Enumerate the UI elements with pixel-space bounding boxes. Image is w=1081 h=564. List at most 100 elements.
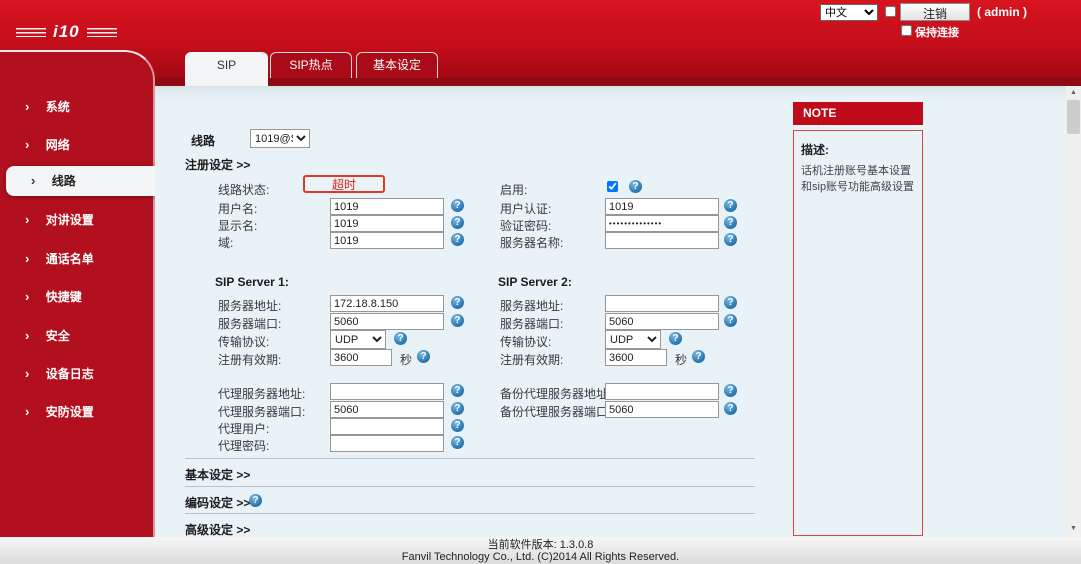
help-icon[interactable]: ?	[394, 332, 407, 345]
display-name-label: 显示名:	[218, 219, 258, 233]
scroll-up-button[interactable]: ▲	[1066, 86, 1081, 99]
help-icon[interactable]: ?	[724, 296, 737, 309]
logout-button[interactable]: 注销	[900, 3, 970, 21]
enable-label: 启用:	[500, 183, 528, 197]
auth-password-label: 验证密码:	[500, 219, 552, 233]
sidebar-item-system[interactable]: › 系统	[0, 95, 155, 119]
help-icon[interactable]: ?	[249, 494, 262, 507]
help-icon[interactable]: ?	[451, 216, 464, 229]
server2-addr-label: 服务器地址:	[500, 299, 564, 313]
advanced-section-title[interactable]: 高级设定 >>	[185, 521, 250, 538]
sidebar-item-call-list[interactable]: › 通话名单	[0, 247, 155, 271]
help-icon[interactable]: ?	[451, 419, 464, 432]
help-icon[interactable]: ?	[724, 402, 737, 415]
sidebar-item-network[interactable]: › 网络	[0, 133, 155, 157]
sidebar-item-security[interactable]: › 安全	[0, 324, 155, 348]
chevron-right-icon: ›	[25, 289, 30, 304]
chevron-right-icon: ›	[25, 366, 30, 381]
sidebar-item-device-log[interactable]: › 设备日志	[0, 362, 155, 386]
server1-expire-unit: 秒	[400, 353, 413, 367]
auth-password-input[interactable]	[605, 215, 719, 232]
proxy-port-input[interactable]	[330, 401, 444, 418]
proxy-user-input[interactable]	[330, 418, 444, 435]
proxy-password-label: 代理密码:	[218, 439, 270, 453]
realm-label: 域:	[218, 236, 234, 250]
scrollbar[interactable]: ▲ ▼	[1066, 86, 1081, 537]
help-icon[interactable]: ?	[669, 332, 682, 345]
server2-port-label: 服务器端口:	[500, 317, 564, 331]
server1-addr-label: 服务器地址:	[218, 299, 282, 313]
backup-proxy-addr-input[interactable]	[605, 383, 719, 400]
help-icon[interactable]: ?	[629, 180, 642, 193]
chevron-right-icon: ›	[25, 251, 30, 266]
server2-transport-select[interactable]: UDP	[605, 330, 661, 349]
server1-expire-label: 注册有效期:	[218, 353, 282, 367]
realm-input[interactable]	[330, 232, 444, 249]
sidebar-item-line[interactable]: › 线路	[6, 166, 164, 196]
chevron-right-icon: ›	[31, 173, 36, 188]
note-panel: 描述: 话机注册账号基本设置和sip账号功能高级设置	[793, 130, 923, 536]
sip-server1-title: SIP Server 1:	[215, 275, 289, 289]
help-icon[interactable]: ?	[692, 350, 705, 363]
line-select[interactable]: 1019@SIP1	[250, 129, 310, 148]
server1-addr-input[interactable]	[330, 295, 444, 312]
server2-addr-input[interactable]	[605, 295, 719, 312]
tab-basic-settings[interactable]: 基本设定	[356, 52, 438, 78]
sidebar-item-label: 安防设置	[45, 405, 94, 419]
logo: i10	[16, 22, 117, 42]
scroll-down-button[interactable]: ▼	[1066, 522, 1081, 535]
sip-server2-title: SIP Server 2:	[498, 275, 572, 289]
server1-port-input[interactable]	[330, 313, 444, 330]
help-icon[interactable]: ?	[451, 233, 464, 246]
codec-section-title[interactable]: 编码设定 >>	[185, 494, 250, 511]
proxy-password-input[interactable]	[330, 435, 444, 452]
language-select[interactable]: 中文	[820, 4, 878, 21]
server2-expire-input[interactable]	[605, 349, 667, 366]
footer-copyright: Fanvil Technology Co., Ltd. (C)2014 All …	[401, 551, 680, 563]
server-name-input[interactable]	[605, 232, 719, 249]
help-icon[interactable]: ?	[451, 436, 464, 449]
basic-section-title[interactable]: 基本设定 >>	[185, 466, 250, 483]
sidebar-item-label: 对讲设置	[45, 213, 94, 227]
backup-proxy-port-input[interactable]	[605, 401, 719, 418]
server2-port-input[interactable]	[605, 313, 719, 330]
divider	[185, 513, 755, 514]
help-icon[interactable]: ?	[724, 314, 737, 327]
page: i10 中文 注销 ( admin ) 保持连接 › 系统 › 网络 › 线路 …	[0, 0, 1081, 564]
sidebar-item-function-key[interactable]: › 快捷键	[0, 285, 155, 309]
server1-expire-input[interactable]	[330, 349, 392, 366]
sidebar-item-security-settings[interactable]: › 安防设置	[0, 400, 155, 424]
help-icon[interactable]: ?	[451, 296, 464, 309]
sidebar-item-intercom-settings[interactable]: › 对讲设置	[0, 208, 155, 232]
tab-sip-hotspot[interactable]: SIP热点	[270, 52, 352, 78]
help-icon[interactable]: ?	[724, 216, 737, 229]
keep-alive-checkbox[interactable]	[901, 25, 912, 36]
note-desc-label: 描述:	[801, 143, 829, 157]
auth-user-input[interactable]	[605, 198, 719, 215]
server1-transport-select[interactable]: UDP	[330, 330, 386, 349]
help-icon[interactable]: ?	[724, 384, 737, 397]
display-name-input[interactable]	[330, 215, 444, 232]
proxy-addr-input[interactable]	[330, 383, 444, 400]
help-icon[interactable]: ?	[724, 233, 737, 246]
help-icon[interactable]: ?	[451, 384, 464, 397]
server2-expire-unit: 秒	[675, 353, 688, 367]
help-icon[interactable]: ?	[451, 314, 464, 327]
backup-proxy-addr-label: 备份代理服务器地址:	[500, 387, 612, 401]
sidebar-item-label: 通话名单	[45, 252, 94, 266]
enable-checkbox[interactable]	[607, 181, 618, 192]
username-input[interactable]	[330, 198, 444, 215]
help-icon[interactable]: ?	[724, 199, 737, 212]
chevron-right-icon: ›	[25, 212, 30, 227]
help-icon[interactable]: ?	[417, 350, 430, 363]
auth-user-label: 用户认证:	[500, 202, 552, 216]
language-checkbox[interactable]	[885, 6, 896, 17]
tab-sip[interactable]: SIP	[185, 52, 268, 86]
line-status-label: 线路状态:	[218, 183, 270, 197]
footer: 当前软件版本: 1.3.0.8 Fanvil Technology Co., L…	[0, 537, 1081, 564]
scrollbar-thumb[interactable]	[1067, 100, 1080, 134]
help-icon[interactable]: ?	[451, 402, 464, 415]
note-header: NOTE	[793, 102, 923, 125]
logo-lines-left-icon	[16, 27, 46, 37]
help-icon[interactable]: ?	[451, 199, 464, 212]
